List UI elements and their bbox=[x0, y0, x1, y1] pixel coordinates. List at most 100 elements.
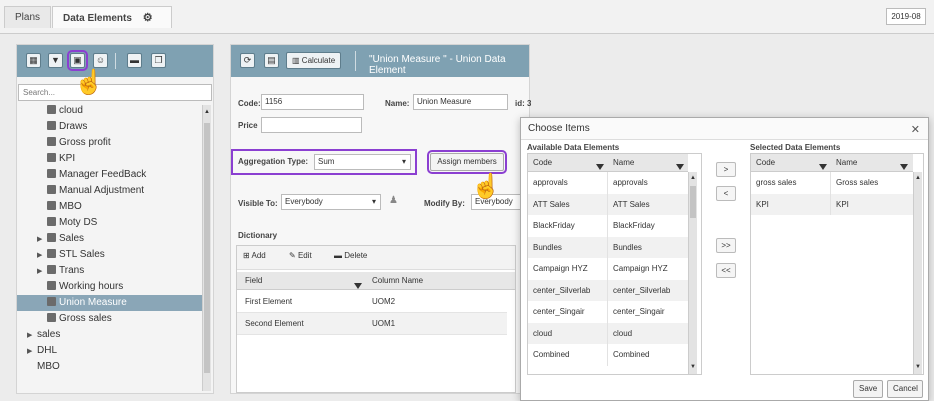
tree-item-label: Sales bbox=[59, 233, 85, 244]
data-element-icon bbox=[47, 201, 56, 210]
tree-toolbar: ▦ ▼ ▣ ☺ ▬ ❐ bbox=[17, 45, 213, 77]
available-grid: Code Name approvals approvals ATT Sales ATT… bbox=[527, 153, 702, 375]
close-icon[interactable]: ✕ bbox=[911, 123, 920, 136]
expand-caret-icon[interactable]: ▶ bbox=[27, 344, 37, 360]
tree-item-label: Working hours bbox=[59, 281, 124, 292]
union-element-icon[interactable]: ▣ bbox=[67, 50, 88, 71]
list-item[interactable]: cloud cloud bbox=[528, 322, 688, 344]
col-code[interactable]: Code bbox=[533, 154, 552, 172]
scroll-thumb[interactable] bbox=[204, 123, 210, 373]
tree-item[interactable]: cloud bbox=[17, 105, 202, 119]
save-button[interactable]: Save bbox=[853, 380, 883, 398]
list-item[interactable]: Combined Combined bbox=[528, 344, 688, 366]
period-selector[interactable]: 2019-08 bbox=[886, 8, 926, 25]
expand-caret-icon[interactable]: ▶ bbox=[37, 232, 47, 248]
tree-item[interactable]: Union Measure bbox=[17, 295, 202, 311]
expand-caret-icon[interactable]: ▶ bbox=[27, 328, 37, 344]
filter-icon[interactable]: ▼ bbox=[48, 53, 63, 68]
scroll-thumb[interactable] bbox=[690, 186, 696, 218]
tab-data-elements[interactable]: Data Elements ⚙ bbox=[52, 6, 172, 28]
col-code[interactable]: Code bbox=[756, 154, 775, 172]
chart-icon: ▥ bbox=[292, 56, 300, 65]
list-item[interactable]: approvals approvals bbox=[528, 172, 688, 194]
user-element-icon[interactable]: ☺ bbox=[93, 53, 108, 68]
scroll-down-icon[interactable]: ▼ bbox=[690, 364, 696, 370]
cell-name: Campaign HYZ bbox=[613, 264, 668, 273]
assign-members-button[interactable]: Assign members bbox=[427, 150, 507, 174]
code-field[interactable]: 1156 bbox=[261, 94, 364, 110]
tree-item[interactable]: Gross sales bbox=[17, 311, 202, 327]
tree-item[interactable]: Manager FeedBack bbox=[17, 167, 202, 183]
scroll-up-icon[interactable]: ▲ bbox=[690, 175, 696, 181]
cancel-button[interactable]: Cancel bbox=[887, 380, 923, 398]
col-name[interactable]: Name bbox=[613, 154, 634, 172]
tree-search-input[interactable]: Search... bbox=[18, 84, 212, 101]
tree-item[interactable]: ▶ Sales bbox=[17, 231, 202, 247]
list-item[interactable]: gross sales Gross sales bbox=[751, 172, 913, 194]
cell-name: Gross sales bbox=[836, 178, 879, 187]
toolbar-divider bbox=[355, 51, 356, 71]
list-item[interactable]: center_Silverlab center_Silverlab bbox=[528, 279, 688, 301]
tree-item[interactable]: Gross profit bbox=[17, 135, 202, 151]
list-item[interactable]: KPI KPI bbox=[751, 193, 913, 215]
list-item[interactable]: Campaign HYZ Campaign HYZ bbox=[528, 258, 688, 280]
selected-grid: Code Name gross sales Gross sales KPI KPI ▲… bbox=[750, 153, 924, 375]
price-label: Price bbox=[238, 121, 258, 130]
delete-button[interactable]: ▬ Delete bbox=[334, 251, 367, 260]
scroll-down-icon[interactable]: ▼ bbox=[915, 364, 921, 370]
new-element-icon[interactable]: ▦ bbox=[26, 53, 41, 68]
tree-item[interactable]: MBO bbox=[17, 199, 202, 215]
available-scrollbar[interactable]: ▲ ▼ bbox=[688, 172, 697, 374]
add-button[interactable]: ⊞ Add bbox=[243, 251, 266, 260]
cell-name: ATT Sales bbox=[613, 199, 650, 209]
list-item[interactable]: Bundles Bundles bbox=[528, 236, 688, 258]
tree-item[interactable]: ▶ Trans bbox=[17, 263, 202, 279]
delete-icon[interactable]: ▬ bbox=[127, 53, 142, 68]
move-all-left-button[interactable]: << bbox=[716, 263, 736, 278]
modify-by-label: Modify By: bbox=[424, 199, 465, 208]
table-row[interactable]: First Element UOM2 bbox=[237, 291, 507, 313]
tree-item[interactable]: ▶ STL Sales bbox=[17, 247, 202, 263]
selected-scrollbar[interactable]: ▲ ▼ bbox=[913, 172, 922, 374]
col-field[interactable]: Field bbox=[245, 272, 262, 290]
expand-caret-icon[interactable]: ▶ bbox=[37, 264, 47, 280]
price-field[interactable] bbox=[261, 117, 362, 133]
expand-caret-icon[interactable]: ▶ bbox=[37, 248, 47, 264]
col-name[interactable]: Name bbox=[836, 154, 857, 172]
tree-item[interactable]: Draws bbox=[17, 119, 202, 135]
edit-button[interactable]: ✎ Edit bbox=[289, 251, 312, 260]
table-row[interactable]: Second Element UOM1 bbox=[237, 313, 507, 335]
cell-code: Combined bbox=[528, 344, 608, 366]
scroll-up-icon[interactable]: ▲ bbox=[915, 175, 921, 181]
col-column-name[interactable]: Column Name bbox=[372, 272, 423, 290]
tree-item[interactable]: ▶ sales bbox=[17, 327, 202, 343]
tree-item-label: Gross profit bbox=[59, 137, 111, 148]
move-right-button[interactable]: > bbox=[716, 162, 736, 177]
copy-icon[interactable]: ❐ bbox=[151, 53, 166, 68]
list-item[interactable]: ATT Sales ATT Sales bbox=[528, 193, 688, 215]
tree-item[interactable]: MBO bbox=[17, 359, 202, 375]
tree-item-label: Gross sales bbox=[59, 313, 112, 324]
save-icon[interactable]: ▤ bbox=[264, 53, 279, 68]
tree-item[interactable]: KPI bbox=[17, 151, 202, 167]
move-all-right-button[interactable]: >> bbox=[716, 238, 736, 253]
list-item[interactable]: center_Singair center_Singair bbox=[528, 301, 688, 323]
scroll-up-icon[interactable]: ▲ bbox=[204, 109, 210, 115]
user-icon[interactable]: ♟ bbox=[389, 195, 398, 206]
tree-item[interactable]: Manual Adjustment bbox=[17, 183, 202, 199]
tab-plans[interactable]: Plans bbox=[4, 6, 52, 28]
refresh-icon[interactable]: ⟳ bbox=[240, 53, 255, 68]
tree-item[interactable]: Working hours bbox=[17, 279, 202, 295]
calculate-button[interactable]: ▥ Calculate bbox=[286, 52, 342, 69]
tree-item[interactable]: ▶ DHL bbox=[17, 343, 202, 359]
name-field[interactable]: Union Measure bbox=[413, 94, 508, 110]
aggregation-select[interactable]: Sum ▾ bbox=[314, 154, 411, 170]
settings-icon[interactable]: ⚙ bbox=[143, 12, 153, 24]
dictionary-label: Dictionary bbox=[238, 231, 278, 240]
tree-scrollbar[interactable]: ▲ bbox=[202, 105, 211, 391]
tree-list: cloud Draws Gross profit KPI Manager FeedBac… bbox=[17, 105, 202, 391]
move-left-button[interactable]: < bbox=[716, 186, 736, 201]
tree-item[interactable]: Moty DS bbox=[17, 215, 202, 231]
list-item[interactable]: BlackFriday BlackFriday bbox=[528, 215, 688, 237]
visible-to-select[interactable]: Everybody ▾ bbox=[281, 194, 381, 210]
